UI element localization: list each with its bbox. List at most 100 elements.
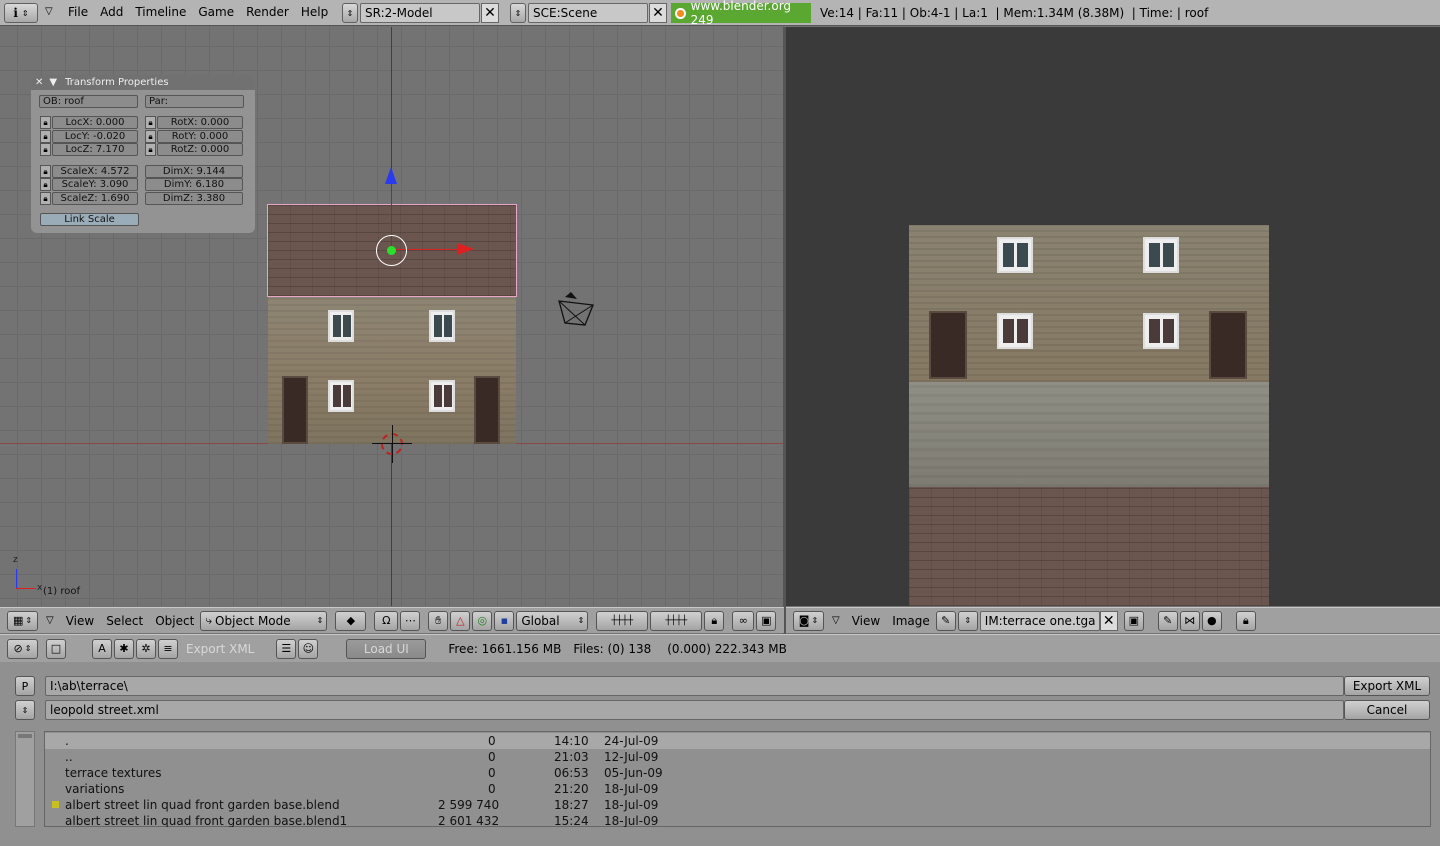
collapse-menu-icon[interactable]: ▽	[832, 615, 840, 626]
rotx-field[interactable]: RotX: 0.000	[157, 116, 243, 129]
manipulator-toggle-button[interactable]: ⋯	[400, 610, 421, 631]
parent-field[interactable]: Par:	[145, 95, 244, 108]
screen-delete-button[interactable]: ✕	[481, 3, 499, 23]
list-item[interactable]: . 0 14:10 24-Jul-09	[46, 733, 1430, 749]
editor-type-button[interactable]: ▦ ⇕	[7, 610, 38, 631]
image-editor[interactable]	[786, 27, 1440, 606]
lock-icon[interactable]: 🔒︎	[145, 143, 156, 156]
screen-browse-button[interactable]: ⇕	[342, 3, 358, 23]
menu-image[interactable]: Image	[886, 614, 936, 628]
list-item[interactable]: albert street lin quad front garden base…	[46, 813, 1430, 827]
lock-icon[interactable]: 🔒︎	[145, 130, 156, 143]
dimy-field[interactable]: DimY: 6.180	[145, 178, 243, 191]
list-item[interactable]: terrace textures 0 06:53 05-Jun-09	[46, 765, 1430, 781]
list-item[interactable]: albert street lin quad front garden base…	[46, 797, 1430, 813]
object-name-field[interactable]: OB: roof	[39, 95, 138, 108]
render-icon[interactable]: ▣	[756, 610, 777, 631]
parent-dir-button[interactable]: P	[15, 676, 35, 696]
paint-icon[interactable]: ✎	[1157, 610, 1178, 631]
screen-name-field[interactable]: SR:2-Model	[360, 3, 480, 23]
camera-icon[interactable]	[555, 289, 597, 329]
file-list-scrollbar[interactable]	[15, 731, 35, 827]
menu-view[interactable]: View	[846, 614, 886, 628]
lock-icon[interactable]: 🔒︎	[145, 116, 156, 129]
manipulator-x-arrow-icon[interactable]	[457, 243, 474, 255]
cancel-button[interactable]: Cancel	[1344, 700, 1430, 720]
locz-field[interactable]: LocZ: 7.170	[52, 143, 138, 156]
scalex-field[interactable]: ScaleX: 4.572	[52, 165, 138, 178]
sort-time-icon[interactable]: ✱	[114, 638, 134, 659]
collapse-icon[interactable]: ▼	[49, 77, 57, 88]
export-xml-button[interactable]: Export XML	[1344, 676, 1430, 696]
dimz-field[interactable]: DimZ: 3.380	[145, 192, 243, 205]
sort-size-icon[interactable]: ✲	[136, 638, 156, 659]
manipulator-z-arrow-icon[interactable]	[385, 167, 397, 184]
filename-field[interactable]: leopold street.xml	[45, 700, 1344, 720]
lock-icon[interactable]: 🔒︎	[40, 116, 51, 129]
pin-icon[interactable]: ✎	[935, 610, 956, 631]
link-scale-button[interactable]: Link Scale	[40, 213, 139, 226]
editor-type-button[interactable]: ⊘ ⇕	[7, 638, 38, 659]
sort-ext-icon[interactable]: ≡	[158, 638, 178, 659]
menu-add[interactable]: Add	[94, 5, 129, 19]
orientation-select[interactable]: Global ⇕	[516, 610, 589, 631]
locx-field[interactable]: LocX: 0.000	[52, 116, 138, 129]
uv-sync-icon[interactable]: ⋈	[1179, 610, 1200, 631]
collapse-menu-icon[interactable]: ▽	[45, 6, 53, 17]
scaley-field[interactable]: ScaleY: 3.090	[52, 178, 138, 191]
scalez-field[interactable]: ScaleZ: 1.690	[52, 192, 138, 205]
scrollbar-thumb[interactable]	[18, 734, 32, 738]
pivot-button[interactable]: Ω	[374, 610, 399, 631]
recent-dirs-button[interactable]: ⇕	[15, 700, 35, 720]
scene-name-field[interactable]: SCE:Scene	[528, 3, 648, 23]
lock-layers-icon[interactable]: 🔒︎	[704, 610, 725, 631]
manipulator-scale-icon[interactable]: ◎	[472, 610, 493, 631]
menu-select[interactable]: Select	[100, 614, 149, 628]
panel-titlebar[interactable]: ✕ ▼ Transform Properties	[31, 75, 255, 90]
long-display-icon[interactable]: ☰	[276, 638, 297, 659]
directory-path-field[interactable]: I:\ab\terrace\	[45, 676, 1344, 696]
menu-render[interactable]: Render	[240, 5, 295, 19]
lock-icon[interactable]: 🔒︎	[40, 192, 51, 205]
lock-icon[interactable]: 🔒︎	[40, 165, 51, 178]
editor-type-button[interactable]: ◙ ⇕	[793, 610, 824, 631]
pack-icon[interactable]: ▣	[1123, 610, 1144, 631]
dimx-field[interactable]: DimX: 9.144	[145, 165, 243, 178]
load-ui-button[interactable]: Load UI	[346, 638, 427, 659]
menu-view[interactable]: View	[60, 614, 100, 628]
lock-icon[interactable]: 🔒︎	[1235, 610, 1256, 631]
info-editor-type-button[interactable]: i ⇕	[4, 3, 38, 23]
image-delete-button[interactable]: ✕	[1099, 610, 1118, 631]
fullscreen-button[interactable]: □	[46, 638, 66, 659]
3d-viewport[interactable]: z x (1) roof ✕ ▼ Transform Properties OB…	[0, 27, 783, 606]
roty-field[interactable]: RotY: 0.000	[157, 130, 243, 143]
image-browse-button[interactable]: ⇕	[957, 610, 978, 631]
list-item[interactable]: variations 0 21:20 18-Jul-09	[46, 781, 1430, 797]
scene-delete-button[interactable]: ✕	[649, 3, 667, 23]
house-wall[interactable]	[268, 297, 516, 444]
lock-icon[interactable]: 🔒︎	[40, 143, 51, 156]
menu-timeline[interactable]: Timeline	[129, 5, 192, 19]
draw-type-button[interactable]: ◆	[335, 610, 367, 631]
locy-field[interactable]: LocY: -0.020	[52, 130, 138, 143]
layer-buttons-right[interactable]: ┼┼┼┼	[650, 610, 703, 631]
lock-icon[interactable]: 🔒︎	[40, 130, 51, 143]
manipulator-rotate-icon[interactable]: △	[450, 610, 471, 631]
hide-dot-icon[interactable]: ☺	[298, 638, 319, 659]
image-name-field[interactable]: IM:terrace one.tga	[979, 610, 1100, 631]
manipulator-mode-icon[interactable]: ▪	[494, 610, 515, 631]
close-icon[interactable]: ✕	[35, 77, 43, 88]
link-icon[interactable]: ∞	[732, 610, 755, 631]
scene-browse-button[interactable]: ⇕	[510, 3, 526, 23]
menu-object[interactable]: Object	[149, 614, 200, 628]
record-icon[interactable]: ●	[1201, 610, 1222, 631]
list-item[interactable]: .. 0 21:03 12-Jul-09	[46, 749, 1430, 765]
menu-file[interactable]: File	[62, 5, 94, 19]
menu-help[interactable]: Help	[295, 5, 334, 19]
mode-select[interactable]: ⤷ Object Mode ⇕	[200, 610, 328, 631]
rotz-field[interactable]: RotZ: 0.000	[157, 143, 243, 156]
layer-buttons-left[interactable]: ┼┼┼┼	[596, 610, 649, 631]
collapse-menu-icon[interactable]: ▽	[46, 615, 54, 626]
sort-alpha-icon[interactable]: A	[92, 638, 112, 659]
menu-game[interactable]: Game	[192, 5, 240, 19]
